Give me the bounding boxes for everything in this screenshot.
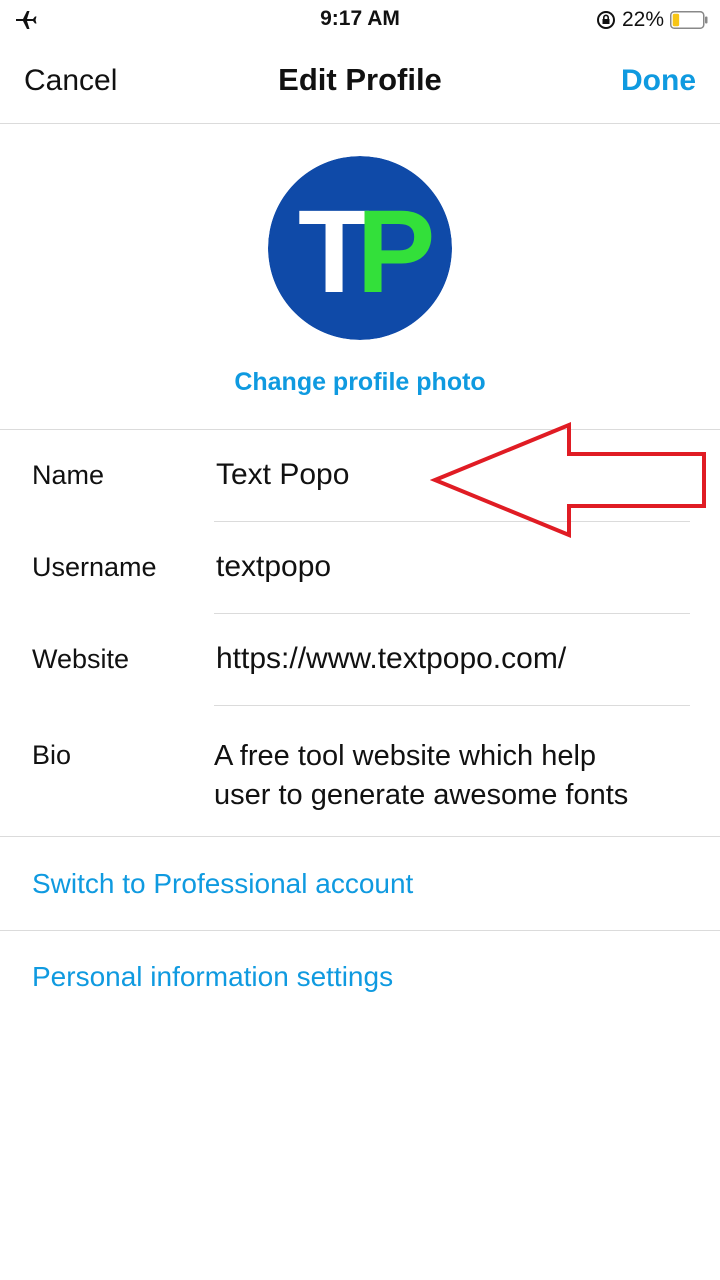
bio-row: Bio A free tool website which help user … [0,706,720,837]
profile-form: Name Text Popo Username textpopo Website… [0,430,720,837]
bio-line-2: user to generate awesome fonts [214,779,629,811]
change-profile-photo-link[interactable]: Change profile photo [0,368,720,397]
name-row: Name Text Popo [0,430,720,522]
avatar-letter-p: P [357,186,436,318]
battery-percentage: 22% [621,8,664,31]
website-row: Website https://www.textpopo.com/ [0,614,720,706]
username-row: Username textpopo [0,522,720,614]
nav-bar: Cancel Edit Profile Done [0,40,720,124]
status-right-group: 22% [596,7,708,33]
bio-field[interactable]: A free tool website which help user to g… [214,737,704,815]
name-field[interactable]: Text Popo [216,458,690,492]
username-field[interactable]: textpopo [216,550,690,584]
website-field[interactable]: https://www.textpopo.com/ [216,642,690,676]
bio-label: Bio [32,740,72,770]
personal-info-row: Personal information settings [0,931,720,1024]
status-bar: 9:17 AM 22% [0,0,720,40]
avatar[interactable]: T P [268,156,452,340]
name-label: Name [32,460,105,490]
switch-to-professional-link[interactable]: Switch to Professional account [32,868,413,900]
website-label: Website [32,644,130,674]
professional-account-row: Switch to Professional account [0,838,720,931]
battery-icon [670,11,708,29]
orientation-lock-icon [596,11,615,29]
personal-information-settings-link[interactable]: Personal information settings [32,961,393,993]
cancel-button[interactable]: Cancel [24,64,117,98]
username-label: Username [32,552,157,582]
avatar-section: T P Change profile photo [0,124,720,430]
bio-line-1: A free tool website which help [214,740,597,772]
done-button[interactable]: Done [621,64,696,98]
